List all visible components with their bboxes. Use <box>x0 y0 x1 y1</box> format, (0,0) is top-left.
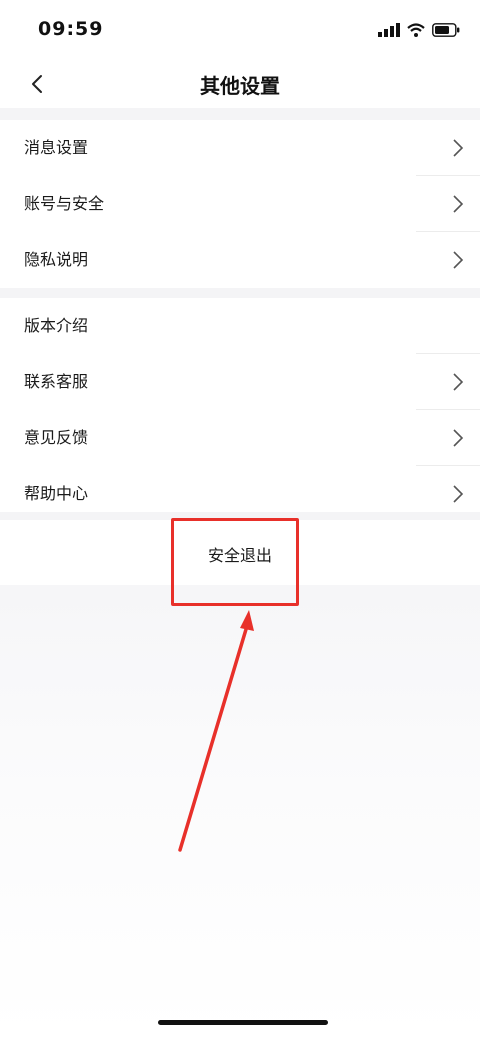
annotation-highlight-box <box>171 518 299 606</box>
wifi-icon <box>407 23 425 37</box>
chevron-right-icon <box>453 373 464 391</box>
row-feedback[interactable]: 意见反馈 <box>0 410 480 466</box>
row-label: 账号与安全 <box>24 194 105 213</box>
battery-icon <box>432 23 460 37</box>
row-version-info[interactable]: 版本介绍 <box>0 298 480 354</box>
chevron-right-icon <box>453 195 464 213</box>
settings-group-2: 版本介绍 联系客服 意见反馈 帮助中心 <box>0 298 480 522</box>
settings-group-1: 消息设置 账号与安全 隐私说明 <box>0 120 480 288</box>
section-divider <box>0 108 480 120</box>
row-label: 联系客服 <box>24 372 89 391</box>
nav-bar: 其他设置 <box>0 60 480 108</box>
page-title: 其他设置 <box>200 74 280 98</box>
row-label: 消息设置 <box>24 138 89 157</box>
row-contact-support[interactable]: 联系客服 <box>0 354 480 410</box>
chevron-right-icon <box>453 429 464 447</box>
section-divider <box>0 288 480 298</box>
chevron-right-icon <box>453 485 464 503</box>
row-account-security[interactable]: 账号与安全 <box>0 176 480 232</box>
status-time: 09:59 <box>38 18 104 40</box>
row-message-settings[interactable]: 消息设置 <box>0 120 480 176</box>
signal-icon <box>378 23 400 37</box>
chevron-right-icon <box>453 251 464 269</box>
row-label: 隐私说明 <box>24 250 89 269</box>
home-indicator <box>158 1020 328 1025</box>
row-privacy-statement[interactable]: 隐私说明 <box>0 232 480 288</box>
row-label: 版本介绍 <box>24 316 89 335</box>
row-label: 意见反馈 <box>24 428 89 447</box>
annotation-arrow-icon <box>178 610 254 852</box>
status-icons <box>378 20 460 40</box>
status-bar: 09:59 <box>0 0 480 60</box>
chevron-right-icon <box>453 139 464 157</box>
